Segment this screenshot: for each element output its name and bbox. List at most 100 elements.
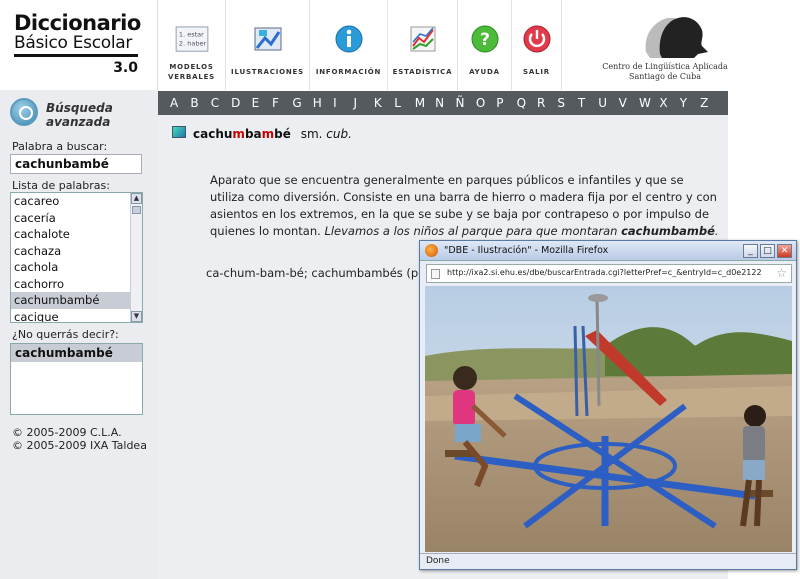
headword-highlight: m [232,127,245,141]
alphabet-letter-b[interactable]: B [190,96,210,110]
alphabet-letter-k[interactable]: K [374,96,394,110]
alphabet-letter-o[interactable]: O [476,96,496,110]
status-bar: Done [420,553,796,569]
exit-label: SALIR [523,68,550,76]
logo-line2: Básico Escolar [14,33,133,53]
alphabet-letter-f[interactable]: F [272,96,292,110]
alphabet-letter-w[interactable]: W [639,96,659,110]
alphabet-letter-i[interactable]: I [333,96,353,110]
alphabet-letter-q[interactable]: Q [517,96,537,110]
alphabet-letter-l[interactable]: L [394,96,414,110]
scroll-thumb[interactable] [132,206,141,214]
list-item[interactable]: cacareo [11,193,130,210]
help-icon: ? [471,25,498,53]
illustrations-icon [254,27,281,51]
exit-button[interactable]: SALIR [512,0,562,90]
headword-part: cachu [193,127,233,141]
list-item-selected[interactable]: cachumbambé [11,292,130,309]
institution-logo: Centro de Lingüística Aplicada Santiago … [590,0,740,90]
list-item[interactable]: cacería [11,210,130,227]
verb-models-button[interactable]: 1. estar 2. haber MODELOS VERBALES [158,0,226,90]
info-label: INFORMACIÓN [315,68,382,76]
alphabet-letter-a[interactable]: A [170,96,190,110]
headword-part: ba [244,127,262,141]
example-word: cachumbambé [621,224,715,238]
alphabet-letter-j[interactable]: J [354,96,374,110]
word-list[interactable]: cacareo cacería cachalote cachaza cachol… [10,192,143,323]
scroll-down-arrow-icon[interactable]: ▼ [131,311,142,322]
alphabet-letter-h[interactable]: H [313,96,333,110]
url-text[interactable]: http://ixa2.si.ehu.es/dbe/buscarEntrada.… [447,268,762,277]
word-list-scrollbar[interactable]: ▲ ▼ [130,193,142,322]
list-item[interactable]: cacique [11,309,130,323]
alphabet-letter-g[interactable]: G [292,96,312,110]
url-bar[interactable]: http://ixa2.si.ehu.es/dbe/buscarEntrada.… [426,264,792,283]
alphabet-letter-n[interactable]: N [435,96,455,110]
bookmark-star-icon[interactable]: ☆ [776,266,787,280]
statistics-label: ESTADÍSTICA [392,68,453,76]
institution-name: Centro de Lingüística Aplicada Santiago … [590,62,740,82]
list-item[interactable]: cachorro [11,276,130,293]
page-icon [431,269,440,279]
alphabet-letter-r[interactable]: R [537,96,557,110]
info-button[interactable]: INFORMACIÓN [310,0,388,90]
statistics-button[interactable]: ESTADÍSTICA [388,0,458,90]
example-end: . [714,224,719,238]
suggestion-item[interactable]: cachumbambé [11,344,142,362]
alphabet-letter-c[interactable]: C [211,96,231,110]
power-icon [523,25,550,53]
info-icon [335,25,362,53]
statistics-icon [410,26,435,52]
illustration-popup-window[interactable]: "DBE - Ilustración" - Mozilla Firefox _ … [419,240,797,570]
list-item[interactable]: cachalote [11,226,130,243]
illustrations-button[interactable]: ILUSTRACIONES [226,0,310,90]
search-input[interactable] [10,154,142,174]
help-button[interactable]: ? AYUDA [458,0,512,90]
popup-titlebar[interactable]: "DBE - Ilustración" - Mozilla Firefox _ … [420,241,796,261]
list-item[interactable]: cachola [11,259,130,276]
example-sentence: Llevamos a los niños al parque para que … [324,224,718,238]
word-list-label: Lista de palabras: [12,179,110,192]
alphabet-letter-y[interactable]: Y [680,96,700,110]
copyright: © 2005-2009 C.L.A. © 2005-2009 IXA Talde… [12,426,147,452]
alphabet-letter-x[interactable]: X [659,96,679,110]
search-panel: Búsqueda avanzada Palabra a buscar: List… [0,90,158,579]
alphabet-letter-u[interactable]: U [598,96,618,110]
app-logo: Diccionario Básico Escolar 3.0 [14,12,144,82]
maximize-button[interactable]: □ [760,244,775,258]
alphabet-letter-v[interactable]: V [619,96,639,110]
alphabet-letter-z[interactable]: Z [700,96,720,110]
minimize-button[interactable]: _ [743,244,758,258]
alphabet-letter-e[interactable]: E [252,96,272,110]
alphabet-letter-ñ[interactable]: Ñ [455,96,475,110]
close-button[interactable]: ✕ [777,244,792,258]
alphabet-letter-d[interactable]: D [231,96,251,110]
illustration-icon[interactable] [172,126,186,138]
copyright-line2: © 2005-2009 IXA Taldea [12,439,147,452]
suggestion-list[interactable]: cachumbambé [10,343,143,415]
institution-line1: Centro de Lingüística Aplicada [602,62,728,71]
headword-highlight: m [261,127,275,141]
alphabet-letter-s[interactable]: S [557,96,577,110]
alphabet-letter-m[interactable]: M [415,96,435,110]
definition: Aparato que se encuentra generalmente en… [210,172,720,240]
scroll-up-arrow-icon[interactable]: ▲ [131,193,142,204]
alphabet-letter-p[interactable]: P [496,96,516,110]
list-item[interactable]: cachaza [11,243,130,260]
status-text: Done [426,556,450,566]
illustrations-label: ILUSTRACIONES [231,68,304,76]
help-label: AYUDA [469,68,500,76]
advanced-search-button[interactable]: Búsqueda avanzada [10,96,150,130]
head-silhouette-icon [645,17,708,58]
magnifier-icon [10,98,38,126]
advanced-search-line2: avanzada [46,115,111,129]
advanced-search-label: Búsqueda avanzada [46,101,113,129]
advanced-search-line1: Búsqueda [46,101,113,115]
suggestion-label: ¿No querrás decir?: [12,328,119,341]
alphabet-letter-t[interactable]: T [578,96,598,110]
verb-models-icon-text1: 1. estar [178,30,203,38]
logo-version: 3.0 [113,60,138,76]
popup-title: "DBE - Ilustración" - Mozilla Firefox [444,245,609,256]
search-label: Palabra a buscar: [12,140,108,153]
seesaw-photo [425,286,792,552]
